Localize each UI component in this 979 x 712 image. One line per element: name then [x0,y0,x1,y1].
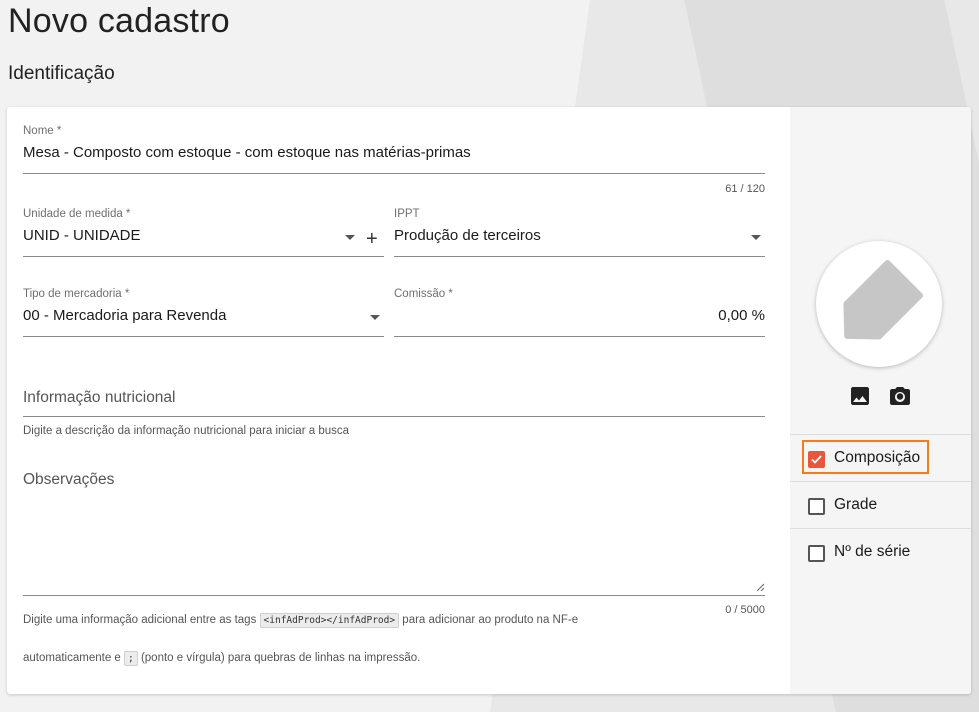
ippt-label: IPPT [394,208,420,220]
section-title: Identificação [8,63,115,84]
tipo-mercadoria-select[interactable]: Tipo de mercadoria * 00 - Mercadoria par… [23,288,384,338]
observacoes-hint-line2: automaticamente e ; (ponto e vírgula) pa… [23,651,420,666]
grade-label: Grade [834,496,878,513]
info-nutricional-input[interactable]: Informação nutricional [23,387,765,417]
nome-underline [23,173,765,174]
nome-input[interactable]: Mesa - Composto com estoque - com estoqu… [23,144,471,161]
chevron-down-icon[interactable] [345,235,355,240]
ippt-select[interactable]: IPPT Produção de terceiros [394,208,765,258]
page-title: Novo cadastro [8,2,230,40]
nome-counter: 61 / 120 [725,183,765,195]
info-nutricional-hint: Digite a descrição da informação nutrici… [23,425,350,437]
checkbox-unchecked[interactable] [808,545,825,562]
info-nutricional-underline [23,416,765,417]
unidade-medida-underline [23,256,384,257]
unidade-medida-select[interactable]: Unidade de medida * UNID - UNIDADE + [23,208,384,258]
checkbox-checked[interactable] [808,451,825,468]
add-unit-button[interactable]: + [366,229,378,249]
checkbox-unchecked[interactable] [808,498,825,515]
observacoes-underline [23,595,765,596]
nome-label: Nome * [23,125,62,137]
product-image-placeholder[interactable] [816,241,942,367]
resize-handle-icon[interactable] [756,583,764,591]
chevron-down-icon[interactable] [370,315,380,320]
unidade-medida-label: Unidade de medida * [23,208,131,220]
divider [790,434,971,435]
numero-serie-label: Nº de série [834,543,911,560]
check-icon [811,455,822,464]
divider [790,528,971,529]
divider [790,481,971,482]
hint-code-tag: <infAdProd></infAdProd> [259,613,400,628]
side-panel: Composição Grade Nº de série [790,107,971,694]
composicao-label: Composição [834,449,921,466]
comissao-input[interactable]: 0,00 % [718,307,765,324]
tipo-mercadoria-label: Tipo de mercadoria * [23,288,130,300]
ippt-underline [394,256,765,257]
observacoes-hint-line1: Digite uma informação adicional entre as… [23,613,578,628]
hint-text: (ponto e vírgula) para quebras de linhas… [140,652,421,664]
camera-icon[interactable] [888,384,912,408]
observacoes-counter: 0 / 5000 [725,604,765,616]
image-icon[interactable] [848,384,872,408]
ippt-value: Produção de terceiros [394,227,541,244]
hint-text: para adicionar ao produto na NF-e [402,614,579,626]
info-nutricional-placeholder: Informação nutricional [23,389,176,406]
comissao-field[interactable]: Comissão * 0,00 % [394,288,765,338]
price-tag-icon [837,259,924,340]
unidade-medida-value: UNID - UNIDADE [23,227,141,244]
tipo-mercadoria-underline [23,336,384,337]
observacoes-placeholder: Observações [23,471,115,488]
hint-text: automaticamente e [23,652,121,664]
observacoes-textarea[interactable]: Observações [23,469,765,596]
comissao-underline [394,336,765,337]
hint-text: Digite uma informação adicional entre as… [23,614,257,626]
nome-field[interactable]: Nome * Mesa - Composto com estoque - com… [23,125,765,175]
comissao-label: Comissão * [394,288,453,300]
tipo-mercadoria-value: 00 - Mercadoria para Revenda [23,307,227,324]
identification-card: Nome * Mesa - Composto com estoque - com… [7,107,971,694]
hint-code-semicolon: ; [124,651,138,666]
chevron-down-icon[interactable] [751,235,761,240]
